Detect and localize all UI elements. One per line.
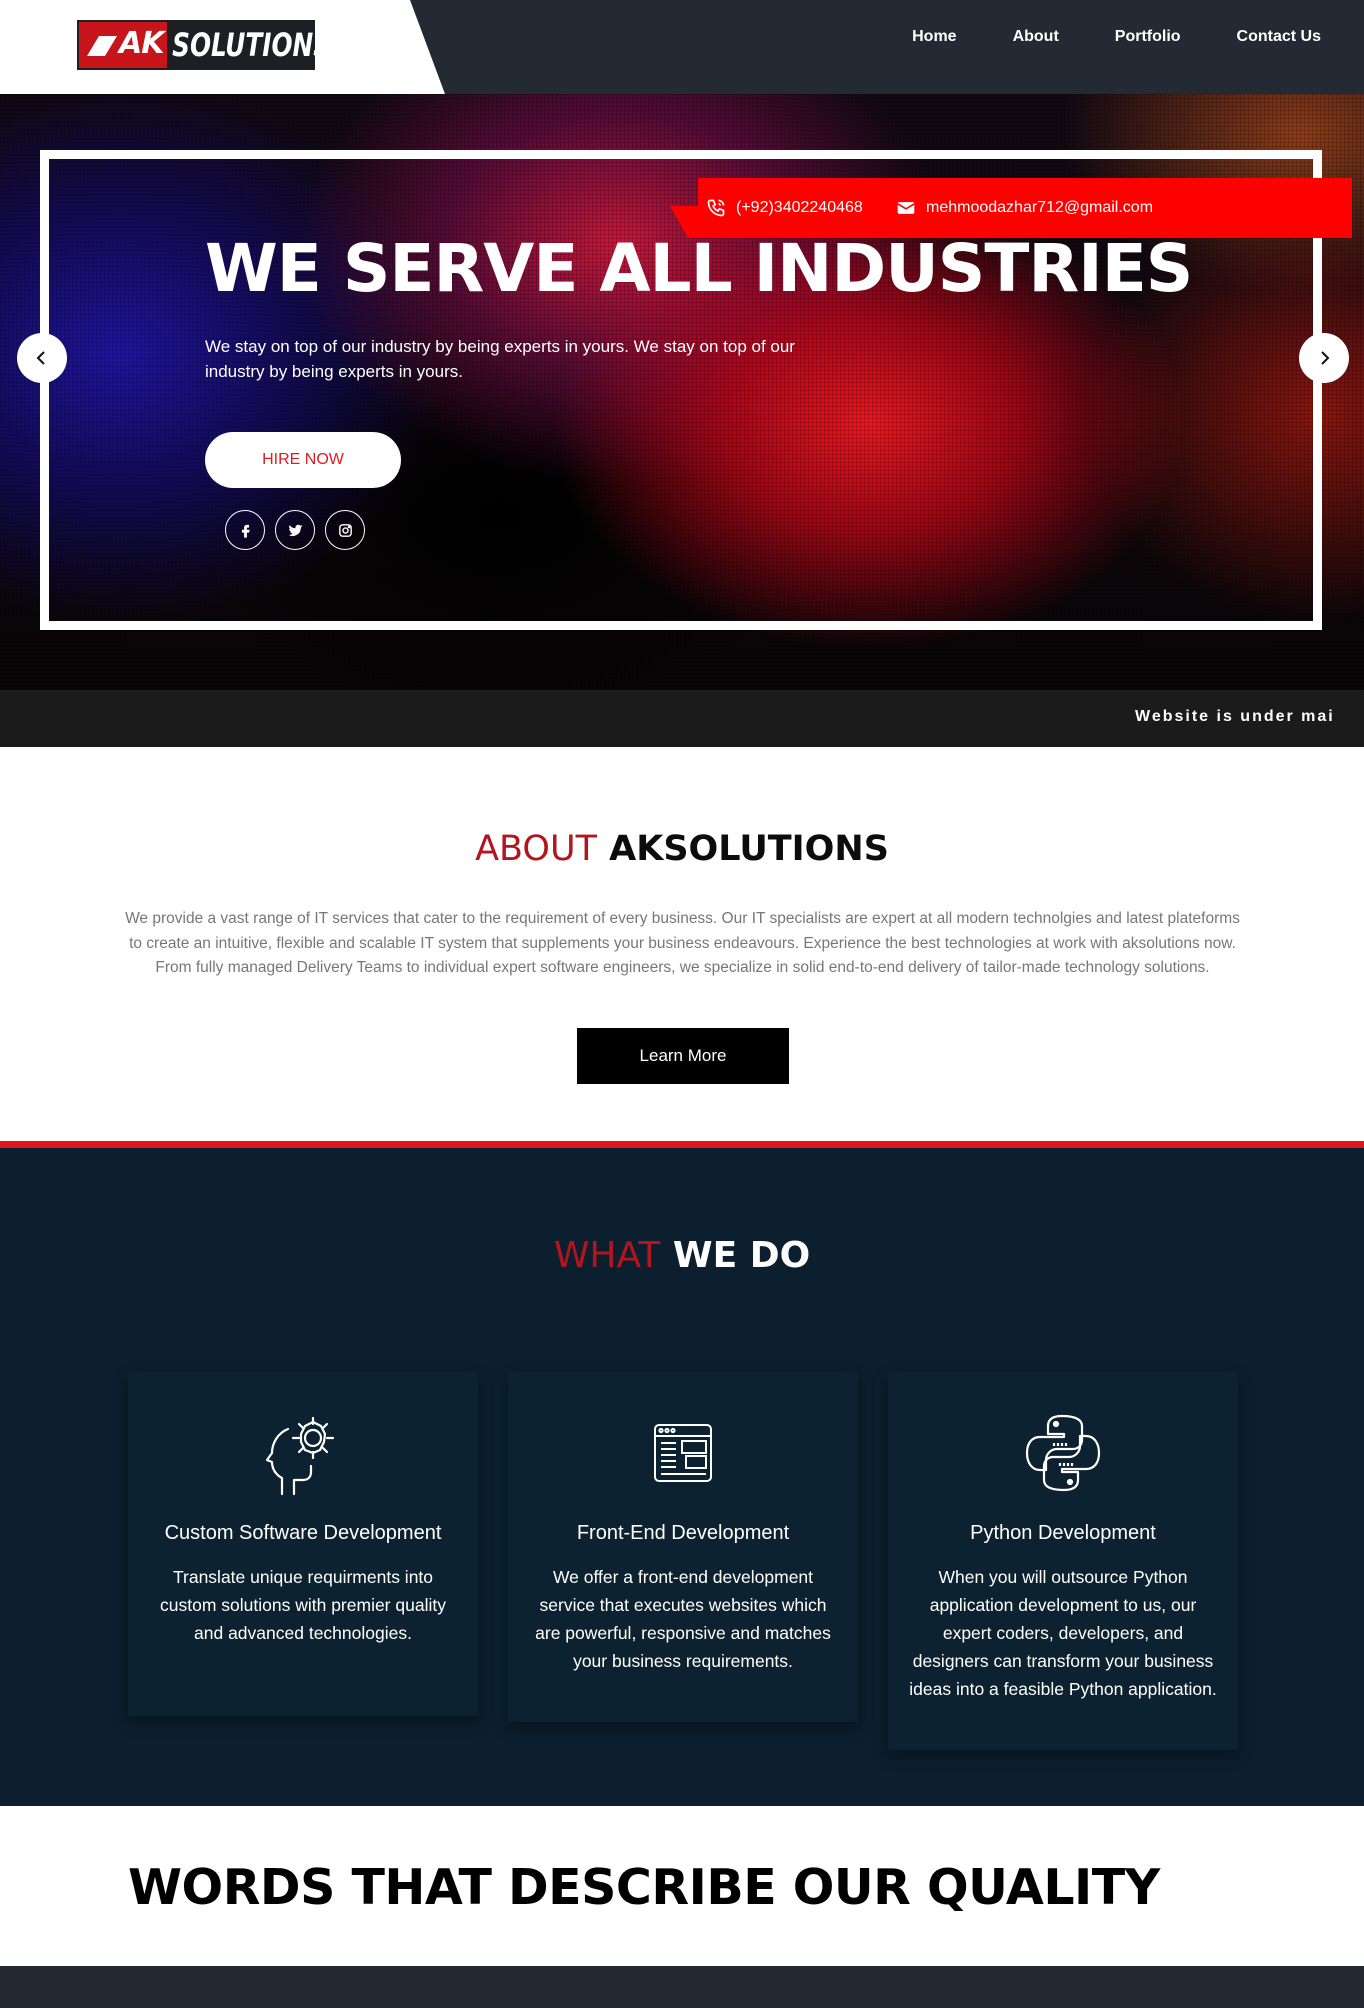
logo-mark: AK [79,22,167,68]
logo-mark-text: AK [119,26,164,61]
carousel-prev-button[interactable] [17,333,67,383]
about-title-red: ABOUT [475,829,597,869]
about-text: We provide a vast range of IT services t… [125,910,1240,976]
nav-portfolio[interactable]: Portfolio [1115,28,1181,46]
hire-now-button[interactable]: HIRE NOW [205,432,401,488]
logo-wordmark: SOLUTIONS [172,26,332,64]
about-title-dark: AKSOLUTIONS [609,829,889,869]
about-title: ABOUT AKSOLUTIONS [0,829,1364,869]
service-title: Custom Software Development [164,1522,442,1544]
python-icon [1025,1414,1101,1492]
browser-layout-icon [654,1424,712,1482]
hero-text: We stay on top of our industry by being … [205,337,795,381]
instagram-icon[interactable] [325,510,365,550]
contact-phone[interactable]: (+92)3402240468 [706,198,863,218]
service-text: When you will outsource Python applicati… [909,1567,1217,1699]
carousel-next-button[interactable] [1299,333,1349,383]
hero-title: WE SERVE ALL INDUSTRIES [205,230,1193,307]
service-card-python[interactable]: Python Development When you will outsour… [888,1372,1238,1750]
service-text: Translate unique requirments into custom… [160,1567,446,1643]
service-card-custom-software[interactable]: Custom Software Development Translate un… [128,1372,478,1716]
service-title: Front-End Development [576,1522,790,1544]
services-title: WHAT WE DO [0,1235,1364,1276]
services-title-red: WHAT [553,1235,661,1276]
phone-icon [707,199,725,217]
chevron-left-icon [36,351,45,365]
envelope-icon [897,202,915,214]
service-title: Python Development [970,1522,1156,1544]
brand-logo[interactable]: AK SOLUTIONS [77,20,332,70]
contact-email[interactable]: mehmoodazhar712@gmail.com [896,198,1153,218]
quality-title: WORDS THAT DESCRIBE OUR QUALITY [128,1859,1160,1916]
head-gear-icon [265,1416,335,1496]
site-header: AK SOLUTIONS Home About Portfolio Contac… [0,0,1364,94]
phone-number: (+92)3402240468 [736,199,863,216]
section-divider [0,1141,1364,1148]
twitter-icon[interactable] [275,510,315,550]
contact-bar: (+92)3402240468 mehmoodazhar712@gmail.co… [670,178,1352,238]
services-title-white: WE DO [672,1235,811,1276]
next-section-strip [0,1966,1364,2008]
quality-section: WORDS THAT DESCRIBE OUR QUALITY [0,1806,1364,1966]
about-section: ABOUT AKSOLUTIONS We provide a vast rang… [0,747,1364,1141]
services-section: WHAT WE DO Custom Software Development T… [0,1148,1364,1806]
nav-contact-us[interactable]: Contact Us [1237,28,1321,46]
main-nav: Home About Portfolio Contact Us [856,28,1321,46]
nav-about[interactable]: About [1013,28,1059,46]
chevron-right-icon [1321,351,1330,365]
nav-home[interactable]: Home [912,28,956,46]
hero-slider: (+92)3402240468 mehmoodazhar712@gmail.co… [0,94,1364,690]
email-address: mehmoodazhar712@gmail.com [926,199,1154,216]
learn-more-button[interactable]: Learn More [577,1028,789,1084]
announcement-marquee: Website is under mai [0,690,1364,747]
facebook-icon[interactable] [225,510,265,550]
service-text: We offer a front-end development service… [535,1567,831,1671]
logo-plate: AK SOLUTIONS [0,0,445,94]
social-links [225,510,365,550]
service-card-front-end[interactable]: Front-End Development We offer a front-e… [508,1372,858,1722]
marquee-text: Website is under mai [1135,708,1335,725]
